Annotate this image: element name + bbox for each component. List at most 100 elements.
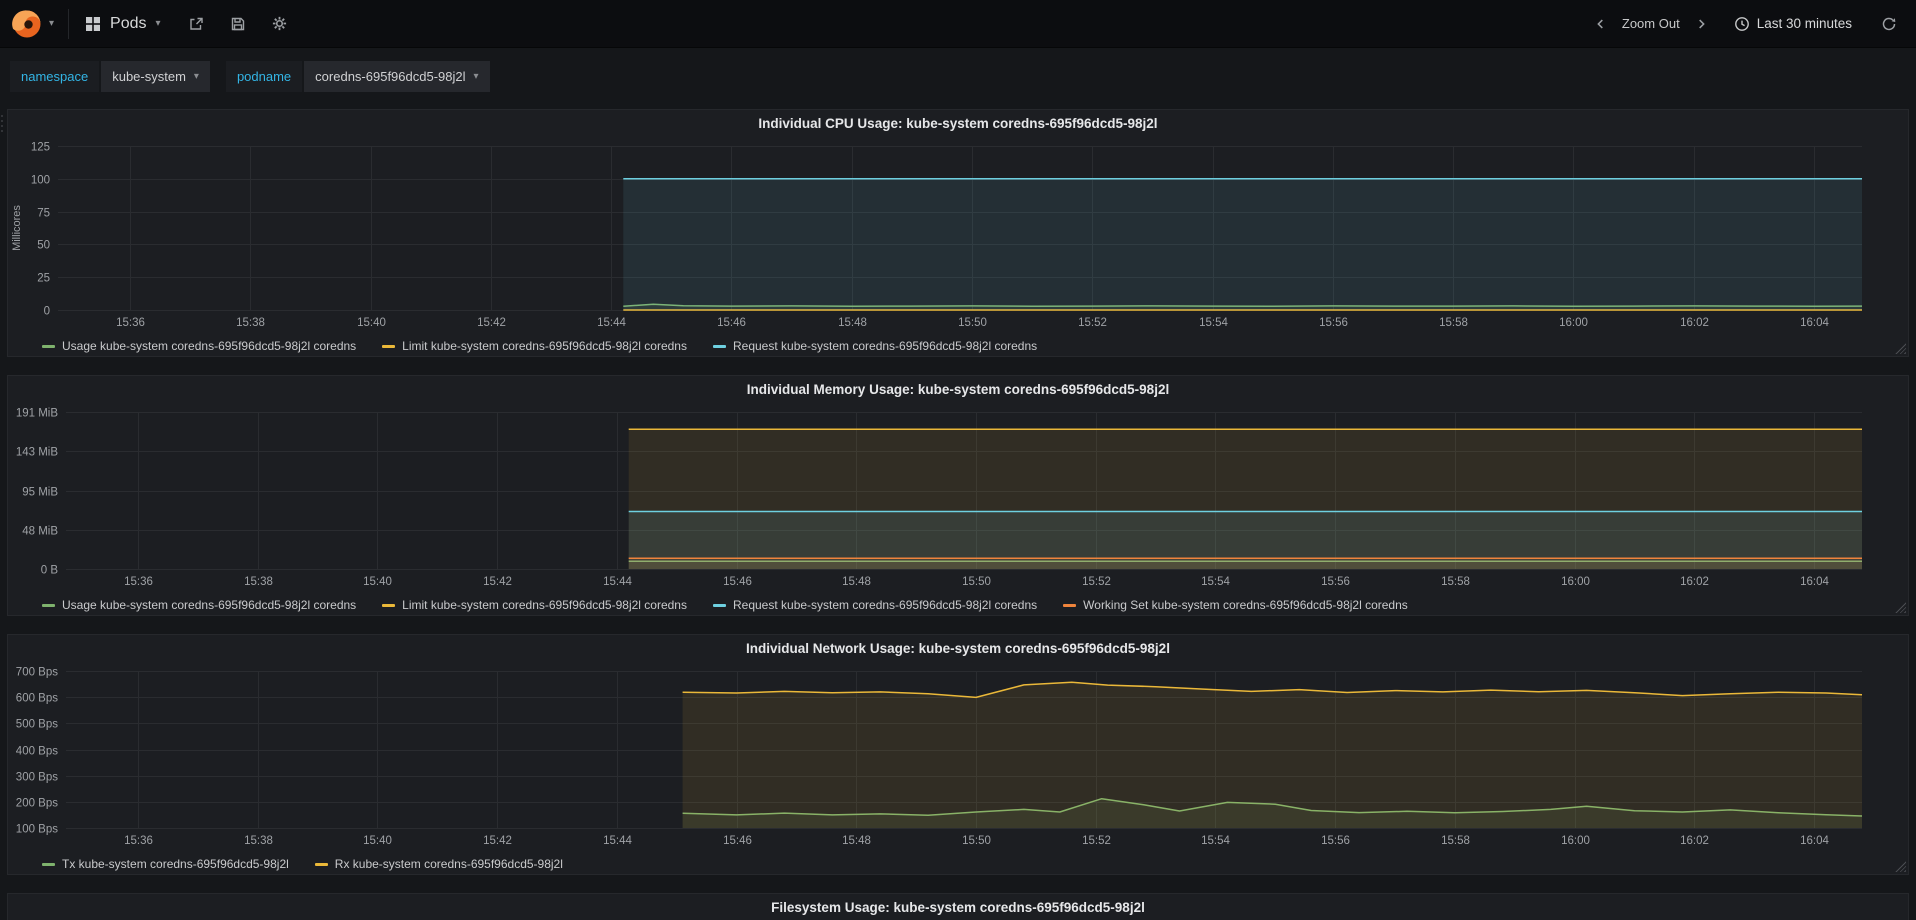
share-button[interactable] — [185, 13, 207, 35]
zoom-out-button[interactable]: Zoom Out — [1618, 16, 1684, 31]
svg-text:15:54: 15:54 — [1199, 317, 1228, 329]
dashboard: Individual CPU Usage: kube-system coredn… — [0, 109, 1916, 920]
svg-text:15:44: 15:44 — [597, 317, 626, 329]
variable-podname: podname coredns-695f96dcd5-98j2l ▾ — [225, 61, 490, 92]
legend-item[interactable]: Request kube-system coredns-695f96dcd5-9… — [712, 339, 1038, 353]
variable-namespace: namespace kube-system ▾ — [10, 61, 210, 92]
memory-legend: Usage kube-system coredns-695f96dcd5-98j… — [8, 593, 1908, 617]
svg-text:16:02: 16:02 — [1680, 317, 1709, 329]
svg-text:100: 100 — [31, 175, 50, 187]
refresh-button[interactable] — [1878, 13, 1900, 35]
svg-text:100 Bps: 100 Bps — [16, 824, 58, 836]
svg-text:15:54: 15:54 — [1201, 576, 1230, 588]
svg-text:15:42: 15:42 — [477, 317, 506, 329]
svg-text:15:38: 15:38 — [236, 317, 265, 329]
legend-series-name: Request kube-system coredns-695f96dcd5-9… — [732, 598, 1038, 612]
svg-text:75: 75 — [37, 208, 50, 220]
svg-text:15:48: 15:48 — [838, 317, 867, 329]
legend-series-name: Usage kube-system coredns-695f96dcd5-98j… — [62, 598, 357, 612]
svg-text:15:42: 15:42 — [483, 835, 512, 847]
svg-text:16:00: 16:00 — [1561, 576, 1590, 588]
legend-item[interactable]: Usage kube-system coredns-695f96dcd5-98j… — [42, 598, 356, 612]
panel-title-network[interactable]: Individual Network Usage: kube-system co… — [8, 635, 1908, 663]
cpu-legend: Usage kube-system coredns-695f96dcd5-98j… — [8, 334, 1908, 358]
org-caret-down-icon: ▾ — [49, 17, 55, 29]
svg-text:15:54: 15:54 — [1201, 835, 1230, 847]
panel-title-cpu[interactable]: Individual CPU Usage: kube-system coredn… — [8, 110, 1908, 138]
svg-text:25: 25 — [37, 273, 50, 285]
svg-text:15:44: 15:44 — [603, 576, 632, 588]
shift-time-back-button[interactable] — [1590, 13, 1612, 35]
legend-item[interactable]: Limit kube-system coredns-695f96dcd5-98j… — [382, 339, 687, 353]
memory-usage-chart[interactable]: 15:36 15:38 15:40 15:42 15:44 15:46 15:48 15:50… — [8, 404, 1908, 593]
network-usage-chart[interactable]: 15:36 15:38 15:40 15:42 15:44 15:46 15:48 15:50… — [8, 663, 1908, 852]
legend-series-name: Rx kube-system coredns-695f96dcd5-98j2l — [334, 857, 563, 871]
grafana-logo-icon — [12, 9, 42, 39]
legend-series-color-icon — [314, 862, 328, 866]
dashboard-title: Pods — [110, 14, 147, 32]
legend-item[interactable]: Limit kube-system coredns-695f96dcd5-98j… — [382, 598, 687, 612]
legend-item[interactable]: Tx kube-system coredns-695f96dcd5-98j2l — [42, 857, 289, 871]
save-button[interactable] — [227, 13, 249, 35]
variable-podname-value: coredns-695f96dcd5-98j2l — [315, 69, 466, 84]
svg-text:15:50: 15:50 — [958, 317, 987, 329]
legend-series-color-icon — [42, 344, 55, 348]
svg-text:48 MiB: 48 MiB — [22, 526, 58, 538]
svg-text:600 Bps: 600 Bps — [16, 693, 58, 705]
svg-text:16:00: 16:00 — [1559, 317, 1588, 329]
svg-text:16:00: 16:00 — [1561, 835, 1590, 847]
template-variables-row: namespace kube-system ▾ podname coredns-… — [0, 61, 1916, 92]
svg-text:15:46: 15:46 — [717, 317, 746, 329]
settings-button[interactable] — [269, 13, 291, 35]
svg-text:15:48: 15:48 — [842, 835, 871, 847]
legend-series-color-icon — [42, 862, 55, 866]
variable-namespace-dropdown[interactable]: kube-system ▾ — [101, 61, 210, 92]
legend-item[interactable]: Rx kube-system coredns-695f96dcd5-98j2l — [314, 857, 563, 871]
svg-text:143 MiB: 143 MiB — [16, 447, 59, 459]
svg-text:15:56: 15:56 — [1321, 835, 1350, 847]
time-range-button[interactable]: Last 30 minutes — [1734, 16, 1852, 32]
chart-canvas-svg: 15:36 15:38 15:40 15:42 15:44 15:46 15:48 15:50… — [16, 667, 1863, 847]
svg-text:0: 0 — [44, 306, 50, 318]
svg-text:15:40: 15:40 — [363, 576, 392, 588]
svg-text:15:50: 15:50 — [962, 576, 991, 588]
legend-series-name: Usage kube-system coredns-695f96dcd5-98j… — [62, 339, 357, 353]
clock-icon — [1734, 16, 1750, 32]
legend-item[interactable]: Request kube-system coredns-695f96dcd5-9… — [712, 598, 1038, 612]
svg-text:16:04: 16:04 — [1800, 576, 1829, 588]
svg-text:191 MiB: 191 MiB — [16, 408, 59, 420]
svg-text:15:58: 15:58 — [1441, 576, 1470, 588]
panel-title-memory[interactable]: Individual Memory Usage: kube-system cor… — [8, 376, 1908, 404]
dashboard-picker[interactable]: Pods ▾ — [69, 0, 177, 47]
time-range-label: Last 30 minutes — [1756, 16, 1852, 31]
panel-title-filesystem[interactable]: Filesystem Usage: kube-system coredns-69… — [8, 894, 1908, 920]
svg-text:50: 50 — [37, 240, 50, 252]
svg-text:15:36: 15:36 — [124, 576, 153, 588]
legend-series-color-icon — [712, 344, 726, 348]
refresh-icon — [1881, 16, 1897, 32]
network-legend: Tx kube-system coredns-695f96dcd5-98j2l R… — [8, 852, 1908, 876]
svg-text:Millicores: Millicores — [11, 205, 23, 251]
svg-text:15:52: 15:52 — [1082, 576, 1111, 588]
legend-item[interactable]: Working Set kube-system coredns-695f96dc… — [1063, 598, 1408, 612]
svg-text:300 Bps: 300 Bps — [16, 772, 58, 784]
svg-text:16:02: 16:02 — [1680, 576, 1709, 588]
legend-series-name: Tx kube-system coredns-695f96dcd5-98j2l — [62, 857, 289, 871]
svg-text:125: 125 — [31, 142, 50, 154]
legend-item[interactable]: Usage kube-system coredns-695f96dcd5-98j… — [42, 339, 356, 353]
svg-text:15:44: 15:44 — [603, 835, 632, 847]
variable-podname-dropdown[interactable]: coredns-695f96dcd5-98j2l ▾ — [304, 61, 490, 92]
legend-series-color-icon — [382, 344, 396, 348]
svg-text:15:52: 15:52 — [1082, 835, 1111, 847]
svg-text:16:04: 16:04 — [1800, 835, 1829, 847]
chart-canvas-svg: 15:36 15:38 15:40 15:42 15:44 15:46 15:48 15:50… — [16, 408, 1863, 588]
svg-text:15:58: 15:58 — [1441, 835, 1470, 847]
variable-namespace-value: kube-system — [112, 69, 186, 84]
shift-time-forward-button[interactable] — [1690, 13, 1712, 35]
dashboard-caret-down-icon: ▾ — [155, 17, 161, 29]
cpu-usage-chart[interactable]: 15:36 15:38 15:40 15:42 15:44 15:46 15:48 15:50… — [8, 138, 1908, 334]
panel-cpu-usage: Individual CPU Usage: kube-system coredn… — [7, 109, 1909, 357]
svg-text:15:56: 15:56 — [1319, 317, 1348, 329]
org-switcher[interactable]: ▾ — [0, 0, 68, 47]
legend-series-name: Request kube-system coredns-695f96dcd5-9… — [732, 339, 1038, 353]
